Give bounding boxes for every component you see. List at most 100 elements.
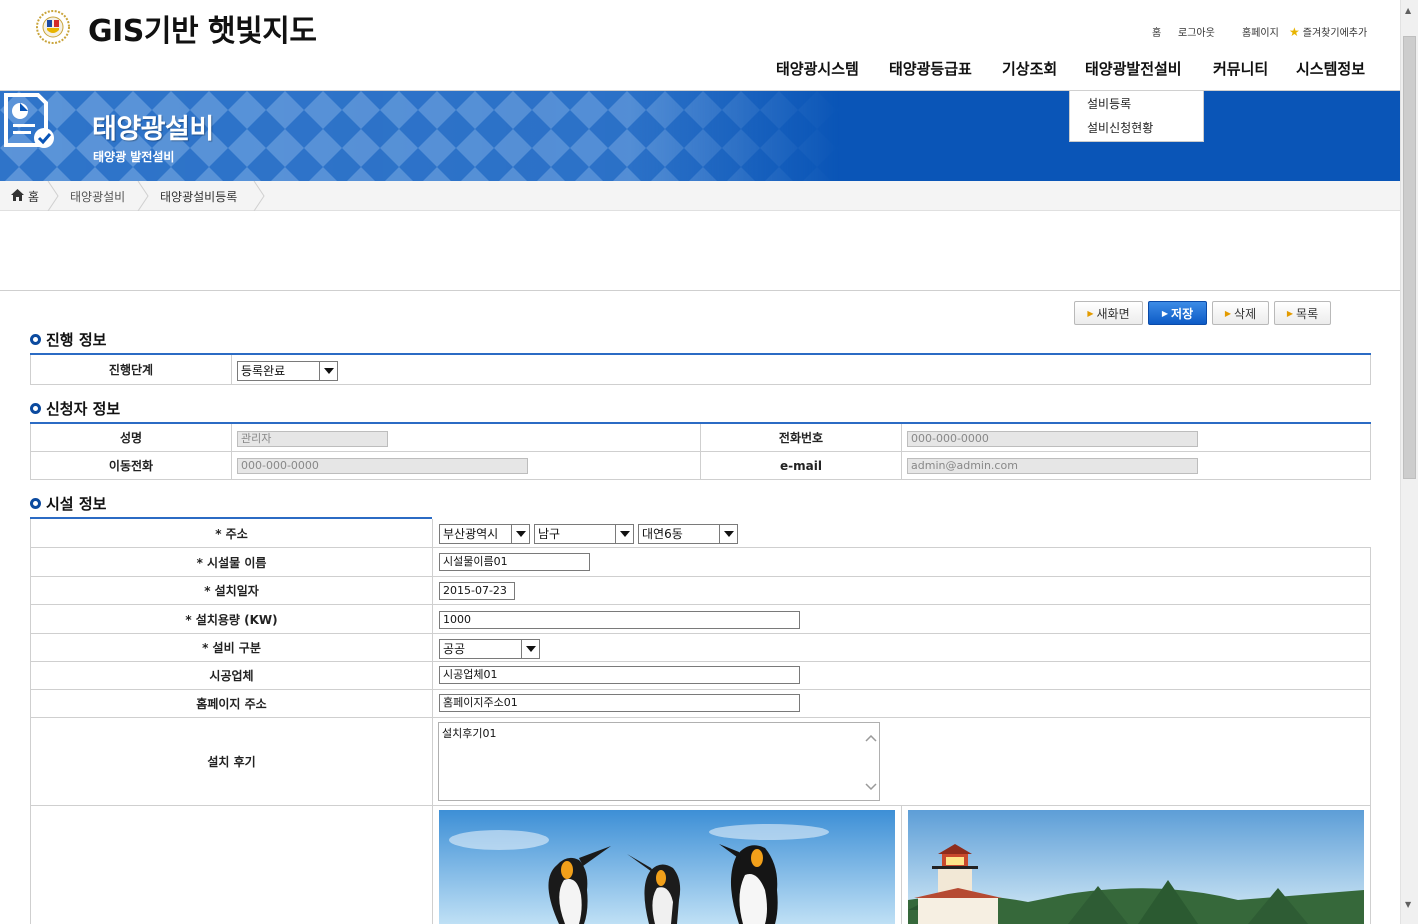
facility-name-cell: 시설물이름01 (432, 548, 1371, 576)
breadcrumb-separator (47, 181, 59, 211)
util-bookmark-link[interactable]: ★ 즐겨찾기에추가 (1289, 24, 1368, 40)
category-cell: 공공 (432, 634, 1371, 661)
progress-title-text: 진행 정보 (46, 331, 107, 349)
facility-title-text: 시설 정보 (46, 495, 107, 513)
email-cell: admin@admin.com (901, 452, 1371, 479)
save-label: 저장 (1171, 306, 1194, 321)
breadcrumb-home[interactable]: 홈 (28, 188, 39, 205)
list-label: 목록 (1296, 306, 1319, 321)
site-title[interactable]: GIS기반 햇빛지도 (88, 6, 317, 50)
applicant-table: 성명 관리자 전화번호 000-000-0000 이동전화 000-000-00… (30, 422, 1371, 480)
breadcrumb-separator (253, 181, 265, 211)
facility-section-title: 시설 정보 (30, 493, 106, 514)
delete-button[interactable]: ▶ 삭제 (1212, 301, 1269, 325)
table-row: * 주소 부산광역시 남구 대연6동 (30, 519, 1371, 548)
address-city-value: 부산광역시 (443, 527, 499, 541)
table-row: 홈페이지 주소 홈페이지주소01 (30, 690, 1371, 718)
address-district-select[interactable]: 남구 (534, 524, 634, 544)
email-field[interactable]: admin@admin.com (907, 458, 1198, 474)
category-value: 공공 (443, 642, 466, 656)
penguins-photo[interactable] (439, 810, 895, 924)
table-row: * 설비 구분 공공 (30, 634, 1371, 662)
list-button[interactable]: ▶ 목록 (1274, 301, 1331, 325)
university-emblem-icon[interactable] (34, 9, 72, 45)
submenu-facility-register[interactable]: 설비등록 (1087, 95, 1131, 112)
banner-subtitle: 태양광 발전설비 (93, 150, 175, 164)
nav-weather[interactable]: 기상조회 (1002, 58, 1057, 79)
capacity-input[interactable]: 1000 (439, 611, 800, 629)
banner-title: 태양광설비 (92, 114, 214, 145)
util-logout-link[interactable]: 로그아웃 (1178, 24, 1215, 39)
bullet-icon (30, 334, 41, 345)
homepage-input[interactable]: 홈페이지주소01 (439, 694, 800, 712)
util-homepage-link[interactable]: 홈페이지 (1242, 24, 1279, 39)
textarea-scroll-arrows[interactable] (865, 735, 877, 790)
mobile-field[interactable]: 000-000-0000 (237, 458, 528, 474)
arrow-right-icon: ▶ (1286, 308, 1294, 318)
phone-label: 전화번호 (700, 424, 901, 451)
progress-table: 진행단계 등록완료 (30, 353, 1371, 385)
builder-label: 시공업체 (30, 662, 432, 689)
facility-name-input[interactable]: 시설물이름01 (439, 553, 590, 571)
address-label: * 주소 (30, 519, 432, 547)
site-header: GIS기반 햇빛지도 홈 로그아웃 홈페이지 ★ 즐겨찾기에추가 태양광시스템 … (0, 0, 1400, 91)
bullet-icon (30, 498, 41, 509)
home-icon[interactable] (11, 189, 24, 201)
breadcrumb-separator (137, 181, 149, 211)
stage-select[interactable]: 등록완료 (237, 361, 338, 381)
capacity-label: * 설치용량 (KW) (30, 605, 432, 633)
email-label: e-mail (700, 452, 901, 479)
breadcrumb-solar-facility[interactable]: 태양광설비 (70, 188, 125, 205)
bookmark-label: 즐겨찾기에추가 (1302, 28, 1368, 39)
nav-solar-facility[interactable]: 태양광발전설비 (1085, 58, 1182, 79)
arrow-right-icon: ▶ (1224, 308, 1232, 318)
table-row: * 설치용량 (KW) 1000 (30, 605, 1371, 634)
chevron-down-icon (319, 362, 337, 380)
save-button[interactable]: ▶ 저장 (1148, 301, 1207, 325)
install-date-label: * 설치일자 (30, 577, 432, 604)
phone-field[interactable]: 000-000-0000 (907, 431, 1198, 447)
nav-community[interactable]: 커뮤니티 (1213, 58, 1268, 79)
facility-submenu: 설비등록 설비신청현황 (1069, 91, 1204, 142)
facility-name-label: * 시설물 이름 (30, 548, 432, 576)
address-dong-select[interactable]: 대연6동 (638, 524, 738, 544)
chevron-down-icon (511, 525, 529, 543)
address-district-value: 남구 (538, 527, 561, 541)
scroll-down-icon[interactable]: ▼ (1405, 900, 1411, 909)
scroll-up-icon[interactable]: ▲ (1405, 6, 1411, 15)
review-textarea[interactable]: 설치후기01 (438, 722, 880, 801)
name-cell: 관리자 (231, 424, 700, 451)
delete-label: 삭제 (1234, 306, 1257, 321)
address-city-select[interactable]: 부산광역시 (439, 524, 530, 544)
review-label: 설치 후기 (30, 718, 432, 805)
table-row: 진행단계 등록완료 (30, 355, 1371, 385)
address-dong-value: 대연6동 (642, 527, 683, 541)
nav-system-info[interactable]: 시스템정보 (1296, 58, 1365, 79)
mobile-cell: 000-000-0000 (231, 452, 700, 479)
builder-cell: 시공업체01 (432, 662, 1371, 689)
homepage-label: 홈페이지 주소 (30, 690, 432, 717)
table-row: * 설치일자 2015-07-23 (30, 577, 1371, 605)
install-date-input[interactable]: 2015-07-23 (439, 582, 515, 600)
stage-label: 진행단계 (30, 355, 231, 384)
stage-cell: 등록완료 (231, 355, 1371, 384)
table-row: * 시설물 이름 시설물이름01 (30, 548, 1371, 577)
category-select[interactable]: 공공 (439, 639, 540, 659)
lighthouse-image (908, 810, 1364, 924)
submenu-facility-status[interactable]: 설비신청현황 (1087, 119, 1153, 136)
table-row: 시공업체 시공업체01 (30, 662, 1371, 690)
stage-value: 등록완료 (241, 364, 286, 378)
builder-input[interactable]: 시공업체01 (439, 666, 800, 684)
star-icon: ★ (1289, 24, 1300, 39)
util-home-link[interactable]: 홈 (1152, 24, 1161, 39)
scrollbar-thumb[interactable] (1403, 36, 1416, 479)
name-field[interactable]: 관리자 (237, 431, 388, 447)
nav-solar-grade[interactable]: 태양광등급표 (889, 58, 972, 79)
review-text: 설치후기01 (442, 727, 497, 740)
breadcrumb: 홈 태양광설비 태양광설비등록 (0, 181, 1400, 211)
lighthouse-photo[interactable] (908, 810, 1364, 924)
new-screen-button[interactable]: ▶ 새화면 (1074, 301, 1143, 325)
nav-solar-system[interactable]: 태양광시스템 (776, 58, 859, 79)
page-scrollbar[interactable]: ▲ ▼ (1400, 0, 1418, 924)
image-label-cell (30, 806, 432, 924)
